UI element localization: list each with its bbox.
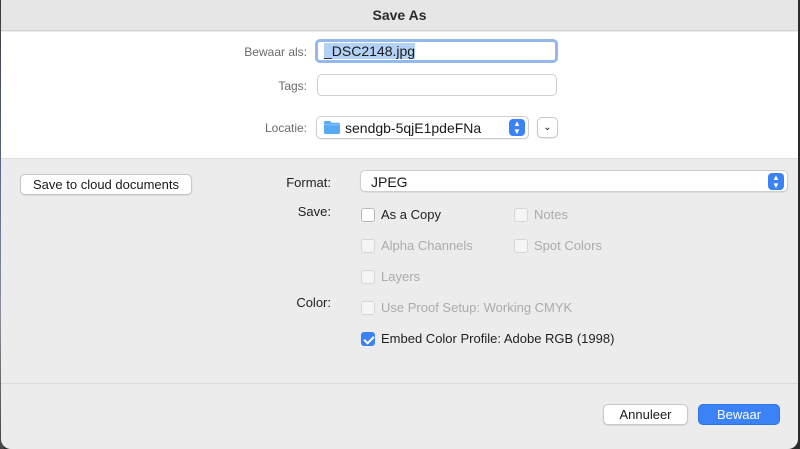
spot-colors-label: Spot Colors: [534, 238, 602, 253]
checkbox-box: [361, 239, 375, 253]
layers-label: Layers: [381, 269, 421, 284]
save-as-label: Bewaar als:: [244, 45, 307, 59]
as-a-copy-checkbox[interactable]: As a Copy: [361, 207, 501, 225]
top-divider: [1, 158, 798, 159]
tags-label: Tags:: [278, 79, 307, 93]
notes-checkbox: Notes: [514, 207, 634, 225]
format-stepper-icon: ▲ ▼: [768, 173, 784, 190]
alpha-channels-label: Alpha Channels: [381, 238, 473, 253]
filename-value: _DSC2148.jpg: [324, 43, 416, 59]
spot-colors-checkbox: Spot Colors: [514, 238, 634, 256]
save-to-cloud-button[interactable]: Save to cloud documents: [20, 174, 192, 195]
layers-checkbox: Layers: [361, 269, 501, 287]
checkbox-box: [514, 239, 528, 253]
embed-color-profile-label: Embed Color Profile: Adobe RGB (1998): [381, 331, 615, 346]
as-a-copy-label: As a Copy: [381, 207, 441, 222]
checkbox-box: [361, 270, 375, 284]
tags-input[interactable]: [317, 74, 557, 96]
expand-button[interactable]: ⌄: [537, 117, 558, 138]
location-value: sendgb-5qjE1pdeFNa: [345, 120, 482, 136]
dialog-title: Save As: [1, 0, 798, 31]
format-value: JPEG: [371, 174, 408, 190]
use-proof-setup-label: Use Proof Setup: Working CMYK: [381, 300, 573, 315]
location-popup[interactable]: sendgb-5qjE1pdeFNa ▲ ▼: [316, 116, 529, 139]
notes-label: Notes: [534, 207, 568, 222]
checkbox-box[interactable]: [361, 208, 375, 222]
save-button[interactable]: Bewaar: [698, 404, 780, 425]
format-popup[interactable]: JPEG ▲ ▼: [360, 170, 788, 192]
folder-icon: [324, 121, 340, 134]
save-as-dialog: Save As Bewaar als: _DSC2148.jpg Tags: L…: [1, 0, 798, 449]
filename-input[interactable]: _DSC2148.jpg: [315, 39, 558, 63]
checkbox-box: [514, 208, 528, 222]
cancel-button[interactable]: Annuleer: [603, 404, 688, 425]
checkbox-box-checked[interactable]: [361, 332, 375, 346]
color-section-label: Color:: [296, 295, 331, 310]
format-label: Format:: [286, 175, 331, 190]
up-down-chevron-icon: ▲ ▼: [509, 119, 525, 136]
chevron-down-icon: ⌄: [543, 122, 552, 133]
save-section-label: Save:: [297, 204, 331, 219]
alpha-channels-checkbox: Alpha Channels: [361, 238, 501, 256]
use-proof-setup-checkbox: Use Proof Setup: Working CMYK: [361, 300, 621, 318]
location-label: Locatie:: [264, 121, 307, 135]
embed-color-profile-checkbox[interactable]: Embed Color Profile: Adobe RGB (1998): [361, 331, 651, 349]
bottom-divider: [1, 383, 798, 384]
checkbox-box: [361, 301, 375, 315]
